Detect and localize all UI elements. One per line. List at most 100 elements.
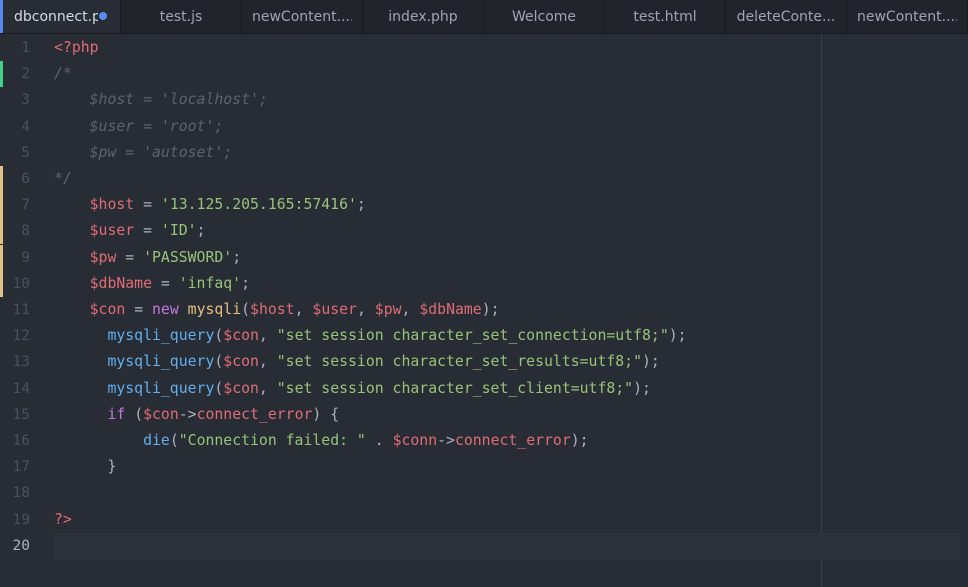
code-token: connect_error	[454, 432, 571, 449]
line-number-gutter[interactable]: 1 2 3 4 5 6 7 8 9 10 11 12 13 14 15 16 17 18 19 20	[0, 34, 40, 587]
tab-index-php[interactable]: index.php	[363, 0, 484, 33]
code-token: );	[633, 379, 651, 397]
code-token: mysqli_query	[107, 379, 215, 397]
tab-test-html[interactable]: test.html	[605, 0, 726, 33]
code-token: "Connection failed: "	[178, 432, 366, 449]
line-number[interactable]: 4	[0, 114, 30, 140]
code-token: $host = 'localhost';	[54, 91, 268, 109]
code-line[interactable]: }	[54, 454, 116, 480]
code-token: (	[125, 405, 144, 423]
code-token: <?php	[54, 39, 99, 56]
tab-welcome[interactable]: Welcome	[484, 0, 605, 33]
git-modified-marker	[0, 166, 3, 192]
code-token: mysqli	[187, 301, 242, 318]
line-number[interactable]: 13	[0, 349, 30, 375]
tab-test-js[interactable]: test.js	[121, 0, 242, 33]
line-number[interactable]: 11	[0, 297, 30, 323]
code-token: );	[642, 353, 660, 371]
line-number[interactable]: 3	[0, 87, 30, 113]
code-token: "set session character_set_connection=ut…	[276, 327, 669, 345]
line-number[interactable]: 6	[0, 166, 30, 192]
code-token: $dbName	[419, 301, 482, 318]
code-token: ,	[258, 327, 277, 345]
line-number[interactable]: 7	[0, 192, 30, 218]
line-number[interactable]: 8	[0, 218, 30, 244]
code-token: mysqli_query	[107, 353, 215, 371]
line-number[interactable]: 17	[0, 454, 30, 480]
line-number[interactable]: 18	[0, 480, 30, 506]
code-line[interactable]: */	[54, 166, 72, 192]
tab-label: test.html	[633, 8, 697, 25]
code-token: (	[214, 327, 224, 345]
tab-label: deleteConte...	[736, 8, 836, 25]
code-token: die	[143, 432, 170, 449]
code-token: ,	[258, 379, 277, 397]
code-token: (	[214, 379, 224, 397]
line-number[interactable]: 2	[0, 61, 30, 87]
tab-newcontent-2[interactable]: newContent....	[847, 0, 968, 33]
code-token: ->	[178, 405, 197, 423]
code-token: $pw = 'autoset';	[54, 143, 233, 161]
tab-newcontent-1[interactable]: newContent....	[242, 0, 363, 33]
code-token: '13.125.205.165:57416'	[160, 196, 357, 214]
code-token: );	[481, 301, 500, 318]
line-number[interactable]: 15	[0, 402, 30, 428]
code-line[interactable]: mysqli_query($con, "set session characte…	[54, 323, 686, 349]
code-token: connect_error	[196, 405, 313, 423]
tab-dbconnect[interactable]: dbconnect.php	[0, 0, 121, 33]
code-editor: dbconnect.php test.js newContent.... ind…	[0, 0, 968, 587]
code-token: );	[570, 432, 589, 449]
code-token: */	[54, 170, 72, 187]
line-number[interactable]: 19	[0, 507, 30, 533]
code-token: (	[241, 301, 251, 318]
code-token: $dbName	[89, 274, 152, 292]
line-number[interactable]: 12	[0, 323, 30, 349]
code-line[interactable]: mysqli_query($con, "set session characte…	[54, 376, 651, 402]
code-token: ;	[356, 196, 366, 214]
code-line[interactable]: if ($con->connect_error) {	[54, 402, 339, 428]
code-token: "set session character_set_results=utf8;…	[276, 353, 642, 371]
code-line[interactable]: /*	[54, 61, 72, 87]
code-token: ,	[356, 301, 375, 318]
tab-label: Welcome	[511, 8, 577, 25]
code-line[interactable]: $host = '13.125.205.165:57416';	[54, 192, 366, 218]
code-line[interactable]: $pw = 'autoset';	[54, 140, 233, 166]
line-number[interactable]: 9	[0, 245, 30, 271]
git-modified-marker	[0, 218, 3, 245]
code-token: /*	[54, 65, 72, 83]
code-line[interactable]: $user = 'root';	[54, 114, 224, 140]
code-token: $con	[143, 405, 179, 423]
code-token: 'ID'	[160, 222, 197, 240]
code-token: ,	[401, 301, 420, 318]
code-line[interactable]: $pw = 'PASSWORD';	[54, 245, 241, 271]
git-modified-marker	[0, 270, 3, 297]
code-line[interactable]: $user = 'ID';	[54, 218, 206, 244]
line-number[interactable]: 14	[0, 376, 30, 402]
code-line[interactable]: ?>	[54, 507, 72, 533]
code-text-area[interactable]: <?php /* $host = 'localhost'; $user = 'ro…	[40, 34, 968, 587]
line-number[interactable]: 10	[0, 271, 30, 297]
code-line[interactable]: $dbName = 'infaq';	[54, 271, 250, 297]
code-token: ;	[241, 274, 251, 292]
line-number[interactable]: 16	[0, 428, 30, 454]
vertical-scrollbar[interactable]	[960, 34, 968, 587]
code-token: ) {	[312, 405, 340, 423]
modified-dot-icon	[99, 12, 107, 20]
code-line[interactable]: $con = new mysqli($host, $user, $pw, $db…	[54, 297, 500, 323]
code-line[interactable]: mysqli_query($con, "set session characte…	[54, 349, 660, 375]
code-line[interactable]: $host = 'localhost';	[54, 87, 268, 113]
code-line[interactable]: <?php	[54, 35, 99, 61]
tab-deletecontent[interactable]: deleteConte...	[726, 0, 847, 33]
code-line[interactable]: die("Connection failed: " . $conn->conne…	[54, 428, 589, 454]
line-number[interactable]: 20	[0, 533, 30, 559]
code-token: $user = 'root';	[54, 117, 224, 135]
line-number[interactable]: 5	[0, 140, 30, 166]
line-number[interactable]: 1	[0, 35, 30, 61]
